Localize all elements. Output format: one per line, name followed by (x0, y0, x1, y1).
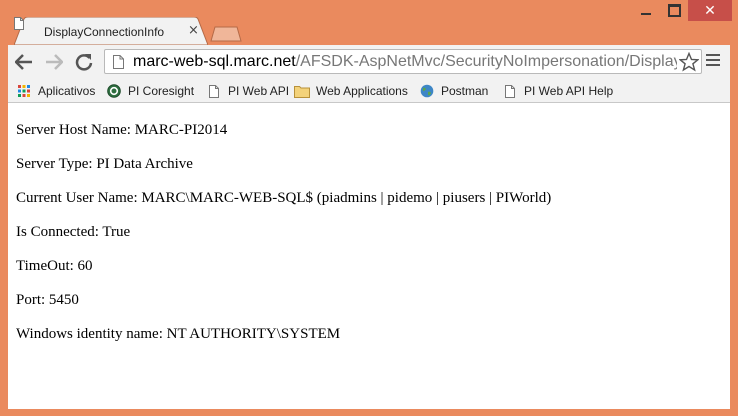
bookmark-pi-coresight[interactable]: PI Coresight (106, 82, 194, 100)
maximize-button[interactable] (660, 0, 688, 21)
minimize-button[interactable] (632, 0, 660, 21)
server-type-line: Server Type: PI Data Archive (16, 156, 193, 172)
timeout-line: TimeOut: 60 (16, 258, 93, 274)
bookmark-label: Postman (441, 84, 489, 98)
page-icon (206, 83, 222, 99)
toolbar: marc-web-sql.marc.net/AFSDK-AspNetMvc/Se… (8, 45, 730, 79)
bookmark-pi-web-api-help[interactable]: PI Web API Help (502, 82, 613, 100)
address-bar[interactable]: marc-web-sql.marc.net/AFSDK-AspNetMvc/Se… (104, 49, 702, 74)
page-icon (14, 17, 24, 30)
bookmark-label: PI Web API (228, 84, 290, 98)
port-line: Port: 5450 (16, 292, 79, 308)
coresight-icon (106, 83, 122, 99)
folder-icon (294, 83, 310, 99)
page-icon (113, 55, 124, 69)
bookmarks-bar: Aplicativos PI Coresight PI Web API Web … (8, 79, 730, 103)
maximize-icon (667, 4, 681, 17)
bookmark-aplicativos[interactable]: Aplicativos (16, 82, 95, 100)
bookmark-pi-web-api[interactable]: PI Web API (206, 82, 289, 100)
bookmark-label: Web Applications (316, 84, 408, 98)
forward-button[interactable] (44, 52, 64, 72)
close-window-button[interactable]: ✕ (688, 0, 732, 21)
tab-title: DisplayConnectionInfo (44, 25, 165, 39)
server-host-name-line: Server Host Name: MARC-PI2014 (16, 122, 228, 138)
forward-arrow-icon (46, 54, 63, 70)
bookmark-label: Aplicativos (38, 84, 96, 98)
tab-close-icon[interactable]: × (188, 23, 199, 38)
page-content: Server Host Name: MARC-PI2014 Server Typ… (8, 103, 730, 409)
back-arrow-icon (15, 54, 32, 70)
current-user-name-line: Current User Name: MARC\MARC-WEB-SQL$ (p… (16, 190, 552, 206)
bookmark-label: PI Web API Help (524, 84, 614, 98)
url-path: /AFSDK-AspNetMvc/SecurityNoImpersonation… (295, 53, 677, 70)
page-icon (502, 83, 518, 99)
new-tab-button[interactable] (210, 26, 242, 42)
tab-display-connection-info[interactable]: DisplayConnectionInfo × (14, 17, 208, 45)
minimize-icon (641, 12, 651, 15)
menu-button[interactable] (706, 54, 720, 69)
apps-grid-icon (16, 83, 32, 99)
reload-button[interactable] (74, 52, 94, 72)
bookmark-postman[interactable]: Postman (419, 82, 488, 100)
back-button[interactable] (14, 52, 34, 72)
bookmark-star-icon[interactable] (679, 52, 699, 72)
globe-icon (419, 83, 435, 99)
url-host: marc-web-sql.marc.net (133, 53, 296, 70)
reload-icon (75, 54, 93, 71)
is-connected-line: Is Connected: True (16, 224, 131, 240)
browser-window: ✕ DisplayConnectionInfo × marc-web-sql.m… (0, 0, 738, 416)
bookmark-label: PI Coresight (128, 84, 195, 98)
bookmark-web-applications[interactable]: Web Applications (294, 82, 408, 100)
url-text[interactable]: marc-web-sql.marc.net/AFSDK-AspNetMvc/Se… (133, 53, 677, 71)
windows-identity-line: Windows identity name: NT AUTHORITY\SYST… (16, 326, 341, 342)
window-controls: ✕ (632, 0, 732, 22)
